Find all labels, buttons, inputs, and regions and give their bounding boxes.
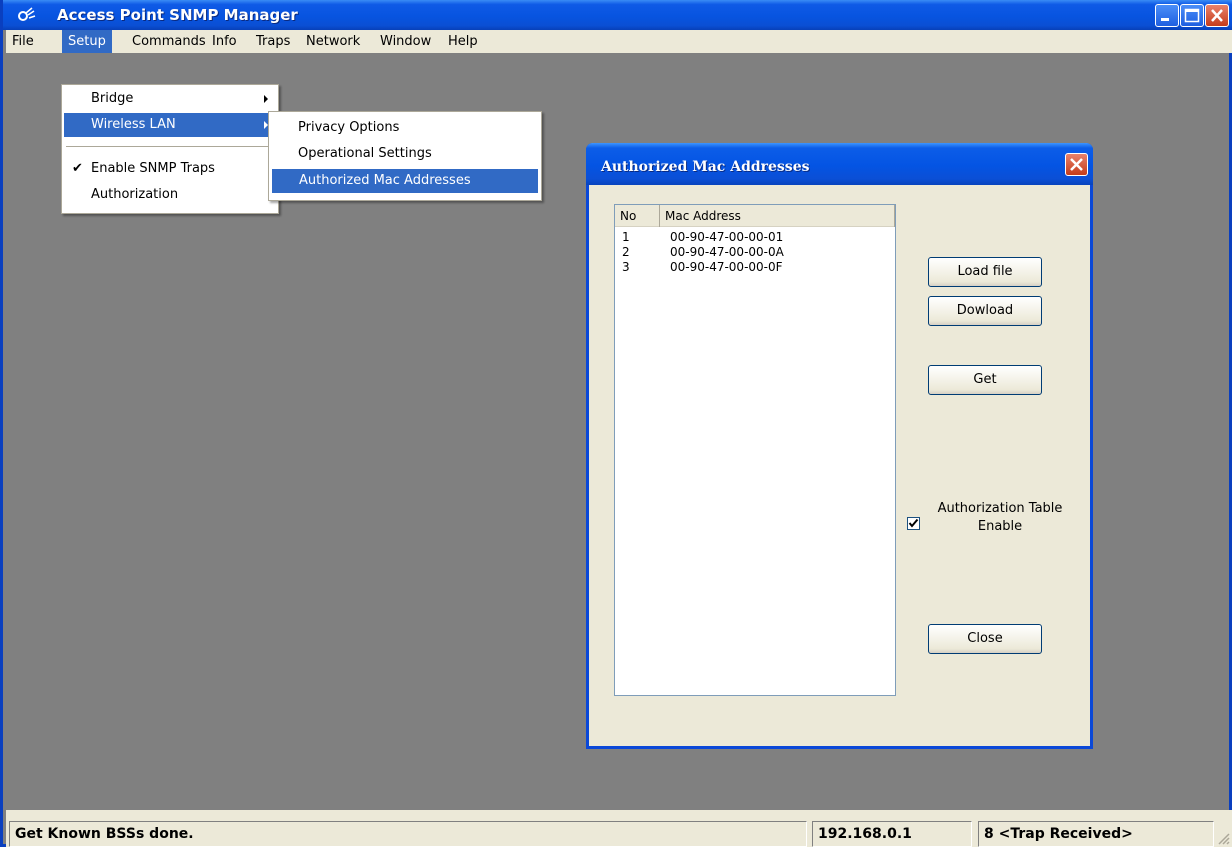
close-button[interactable] <box>1205 4 1229 27</box>
authorization-table-checkbox[interactable] <box>907 517 920 530</box>
menu-setup[interactable]: Setup <box>62 30 112 53</box>
menu-info[interactable]: Info <box>206 30 243 53</box>
status-ip-address: 192.168.0.1 <box>812 821 972 847</box>
window-title: Access Point SNMP Manager <box>57 6 298 24</box>
maximize-button[interactable] <box>1180 4 1204 27</box>
menu-item-label: Authorization <box>91 187 179 202</box>
menu-bar: File Setup Commands Info Traps Network W… <box>6 30 1232 53</box>
resize-grip-icon[interactable] <box>1216 831 1230 845</box>
download-button[interactable]: Dowload <box>928 296 1042 326</box>
menu-item-label: Wireless LAN <box>91 117 176 132</box>
status-trap-count: 8 <Trap Received> <box>978 821 1214 847</box>
menu-item-enable-snmp-traps[interactable]: ✔ Enable SNMP Traps <box>64 157 276 181</box>
checkmark-icon <box>908 518 919 528</box>
close-icon <box>1070 158 1083 171</box>
row-mac-address: 00-90-47-00-00-0F <box>670 260 783 274</box>
menu-item-authorized-mac-addresses[interactable]: Authorized Mac Addresses <box>272 169 538 193</box>
setup-menu: Bridge Wireless LAN ✔ Enable SNMP Traps … <box>61 84 279 214</box>
main-window: Access Point SNMP Manager File Setup Com… <box>0 0 1232 847</box>
menu-item-bridge[interactable]: Bridge <box>64 87 276 111</box>
submenu-arrow-icon <box>264 95 268 103</box>
mac-address-list[interactable]: No Mac Address 1 00-90-47-00-00-01 2 00-… <box>614 204 896 696</box>
menu-file[interactable]: File <box>6 30 40 53</box>
close-dialog-button[interactable]: Close <box>928 624 1042 654</box>
list-item[interactable]: 1 00-90-47-00-00-01 <box>615 230 895 245</box>
authorization-table-label: Authorization Table Enable <box>937 501 1063 534</box>
menu-item-authorization[interactable]: Authorization <box>64 183 276 207</box>
menu-item-operational-settings[interactable]: Operational Settings <box>271 142 539 166</box>
get-button[interactable]: Get <box>928 365 1042 395</box>
minimize-button[interactable] <box>1155 4 1179 27</box>
status-message: Get Known BSSs done. <box>9 821 807 847</box>
minimize-icon <box>1161 18 1169 21</box>
app-icon <box>18 7 36 21</box>
dialog-title: Authorized Mac Addresses <box>601 159 810 175</box>
menu-item-label: Bridge <box>91 91 134 106</box>
menu-window[interactable]: Window <box>374 30 437 53</box>
title-bar: Access Point SNMP Manager <box>3 0 1232 30</box>
list-item[interactable]: 3 00-90-47-00-00-0F <box>615 260 895 275</box>
maximize-icon <box>1184 8 1200 23</box>
menu-commands[interactable]: Commands <box>126 30 212 53</box>
checkmark-icon: ✔ <box>72 161 83 176</box>
authorized-mac-dialog: Authorized Mac Addresses No Mac Address … <box>586 143 1093 749</box>
menu-traps[interactable]: Traps <box>250 30 296 53</box>
status-bar: Get Known BSSs done. 192.168.0.1 8 <Trap… <box>6 810 1232 847</box>
menu-item-label: Enable SNMP Traps <box>91 161 215 176</box>
menu-separator <box>66 146 274 147</box>
column-header-mac-address[interactable]: Mac Address <box>660 205 895 227</box>
menu-network[interactable]: Network <box>300 30 366 53</box>
close-icon <box>1211 9 1223 22</box>
menu-item-privacy-options[interactable]: Privacy Options <box>271 116 539 140</box>
row-mac-address: 00-90-47-00-00-01 <box>670 230 784 244</box>
row-mac-address: 00-90-47-00-00-0A <box>670 245 784 259</box>
list-header: No Mac Address <box>615 205 895 227</box>
row-number: 2 <box>622 245 630 259</box>
dialog-close-button[interactable] <box>1065 153 1088 176</box>
menu-item-wireless-lan[interactable]: Wireless LAN <box>64 113 276 137</box>
row-number: 1 <box>622 230 630 244</box>
column-header-no[interactable]: No <box>615 205 660 227</box>
row-number: 3 <box>622 260 630 274</box>
load-file-button[interactable]: Load file <box>928 257 1042 287</box>
wireless-lan-submenu: Privacy Options Operational Settings Aut… <box>268 111 542 201</box>
list-item[interactable]: 2 00-90-47-00-00-0A <box>615 245 895 260</box>
dialog-title-bar: Authorized Mac Addresses <box>586 143 1093 185</box>
menu-help[interactable]: Help <box>442 30 484 53</box>
